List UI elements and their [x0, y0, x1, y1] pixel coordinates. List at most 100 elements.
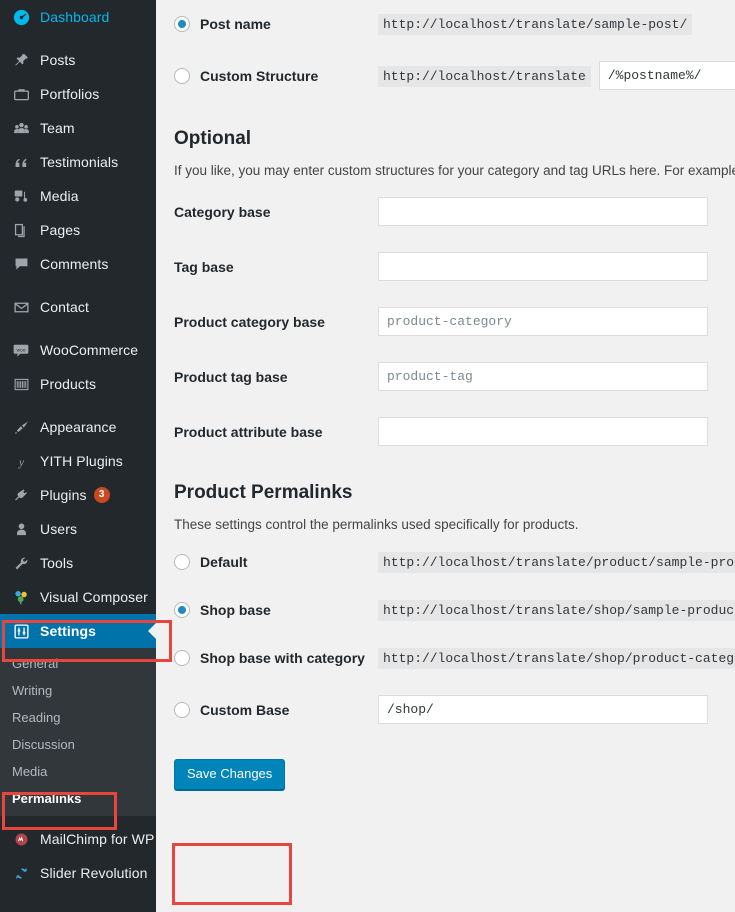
- appearance-icon: [10, 417, 32, 437]
- optional-row-product-attribute-base: Product attribute base: [156, 404, 735, 459]
- sidebar-item-testimonials[interactable]: Testimonials: [0, 145, 156, 179]
- visual-composer-icon: [10, 587, 32, 607]
- permalink-option-label-cell-custom: Custom Structure: [156, 48, 378, 103]
- sidebar-label-visual-composer: Visual Composer: [40, 589, 148, 605]
- sidebar-item-settings[interactable]: Settings: [0, 614, 156, 648]
- sidebar-label-comments: Comments: [40, 256, 109, 272]
- sidebar-item-yith-plugins[interactable]: y YITH Plugins: [0, 444, 156, 478]
- sidebar-item-posts[interactable]: Posts: [0, 43, 156, 77]
- product-permalink-custom-base-cell: [378, 682, 735, 737]
- radio-post-name[interactable]: [174, 16, 190, 32]
- tools-icon: [10, 553, 32, 573]
- sidebar-item-pages[interactable]: Pages: [0, 213, 156, 247]
- example-url-post-name: http://localhost/translate/sample-post/: [378, 13, 693, 35]
- optional-field-cell-tag-base: [378, 239, 735, 294]
- sidebar-label-users: Users: [40, 521, 78, 537]
- sidebar-item-comments[interactable]: Comments: [0, 247, 156, 281]
- submenu-item-general[interactable]: General: [0, 650, 156, 677]
- submit-row: Save Changes: [156, 737, 735, 790]
- plugins-update-badge: 3: [93, 487, 110, 503]
- product-permalinks-table: Default http://localhost/translate/produ…: [156, 538, 735, 737]
- product-permalink-row-shop-base-with-category: Shop base with category http://localhost…: [156, 634, 735, 682]
- sidebar-label-woocommerce: WooCommerce: [40, 342, 139, 358]
- quote-icon: [10, 152, 32, 172]
- optional-label-category-base: Category base: [174, 203, 271, 220]
- sidebar-label-pages: Pages: [40, 222, 81, 238]
- optional-row-product-tag-base: Product tag base: [156, 349, 735, 404]
- sidebar-item-dashboard[interactable]: Dashboard: [0, 0, 156, 34]
- label-post-name: Post name: [200, 16, 271, 32]
- product-attribute-base-input[interactable]: [378, 417, 708, 446]
- sidebar-item-products[interactable]: Products: [0, 367, 156, 401]
- plugins-icon: [10, 485, 32, 505]
- admin-sidebar-menu: Dashboard Posts Portfolios Team Testimon: [0, 0, 156, 912]
- product-permalink-row-default: Default http://localhost/translate/produ…: [156, 538, 735, 586]
- radio-custom-structure[interactable]: [174, 67, 190, 84]
- sidebar-label-team: Team: [40, 120, 75, 136]
- product-permalinks-section: Product Permalinks These settings contro…: [156, 475, 735, 737]
- save-changes-button[interactable]: Save Changes: [174, 759, 286, 790]
- submenu-item-discussion[interactable]: Discussion: [0, 731, 156, 758]
- radio-product-shop-base[interactable]: [174, 602, 190, 618]
- label-product-shop-base: Shop base: [200, 602, 271, 618]
- svg-text:woo: woo: [17, 348, 26, 353]
- sidebar-label-posts: Posts: [40, 52, 76, 68]
- sidebar-item-tools[interactable]: Tools: [0, 546, 156, 580]
- envelope-icon: [10, 297, 32, 317]
- custom-structure-prefix: http://localhost/translate: [378, 65, 591, 87]
- sidebar-label-tools: Tools: [40, 555, 74, 571]
- submenu-item-writing[interactable]: Writing: [0, 677, 156, 704]
- common-settings-table: Post name http://localhost/translate/sam…: [156, 0, 735, 103]
- optional-field-cell-product-tag-base: [378, 349, 735, 404]
- wordpress-admin-screen: Dashboard Posts Portfolios Team Testimon: [0, 0, 735, 912]
- sidebar-item-visual-composer[interactable]: Visual Composer: [0, 580, 156, 614]
- example-url-product-shop-base-with-category: http://localhost/translate/shop/product-…: [378, 647, 735, 669]
- sidebar-item-users[interactable]: Users: [0, 512, 156, 546]
- sidebar-item-woocommerce[interactable]: woo WooCommerce: [0, 333, 156, 367]
- product-permalink-row-custom-base: Custom Base: [156, 682, 735, 737]
- sidebar-item-contact[interactable]: Contact: [0, 290, 156, 324]
- pin-icon: [10, 50, 32, 70]
- yith-icon: y: [10, 451, 32, 471]
- optional-form-table: Category base Tag base Product category …: [156, 184, 735, 459]
- svg-text:y: y: [18, 456, 24, 468]
- sidebar-item-mailchimp-for-wp[interactable]: MailChimp for WP: [0, 822, 156, 856]
- sidebar-item-portfolios[interactable]: Portfolios: [0, 77, 156, 111]
- settings-submenu: General Writing Reading Discussion Media…: [0, 648, 156, 816]
- sidebar-label-dashboard: Dashboard: [40, 9, 110, 25]
- submenu-item-media[interactable]: Media: [0, 758, 156, 785]
- sidebar-item-slider-revolution[interactable]: Slider Revolution: [0, 856, 156, 890]
- optional-label-product-category-base: Product category base: [174, 313, 325, 330]
- optional-field-cell-product-category-base: [378, 294, 735, 349]
- optional-label-tag-base: Tag base: [174, 258, 234, 275]
- sidebar-item-plugins[interactable]: Plugins 3: [0, 478, 156, 512]
- product-permalink-label-cell-default: Default: [156, 538, 378, 586]
- submenu-item-permalinks[interactable]: Permalinks: [0, 785, 156, 812]
- submenu-item-reading[interactable]: Reading: [0, 704, 156, 731]
- pages-icon: [10, 220, 32, 240]
- portfolio-icon: [10, 84, 32, 104]
- sidebar-item-media[interactable]: Media: [0, 179, 156, 213]
- radio-product-custom-base[interactable]: [174, 701, 190, 718]
- category-base-input[interactable]: [378, 197, 708, 226]
- sidebar-label-slider-revolution: Slider Revolution: [40, 865, 148, 881]
- optional-section: Optional If you like, you may enter cust…: [156, 121, 735, 459]
- optional-row-category-base: Category base: [156, 184, 735, 239]
- optional-field-cell-category-base: [378, 184, 735, 239]
- tag-base-input[interactable]: [378, 252, 708, 281]
- sidebar-label-appearance: Appearance: [40, 419, 117, 435]
- radio-product-default[interactable]: [174, 554, 190, 570]
- settings-wrap: Post name http://localhost/translate/sam…: [156, 0, 735, 790]
- radio-product-shop-base-with-category[interactable]: [174, 650, 190, 666]
- custom-structure-input[interactable]: [598, 61, 735, 90]
- label-custom-structure: Custom Structure: [200, 67, 319, 84]
- product-tag-base-input[interactable]: [378, 362, 708, 391]
- sidebar-item-appearance[interactable]: Appearance: [0, 410, 156, 444]
- product-custom-base-input[interactable]: [378, 695, 708, 724]
- label-product-shop-base-with-category: Shop base with category: [200, 650, 365, 666]
- label-product-custom-base: Custom Base: [200, 701, 290, 718]
- example-url-product-default: http://localhost/translate/product/sampl…: [378, 551, 735, 573]
- product-category-base-input[interactable]: [378, 307, 708, 336]
- sidebar-label-contact: Contact: [40, 299, 89, 315]
- sidebar-item-team[interactable]: Team: [0, 111, 156, 145]
